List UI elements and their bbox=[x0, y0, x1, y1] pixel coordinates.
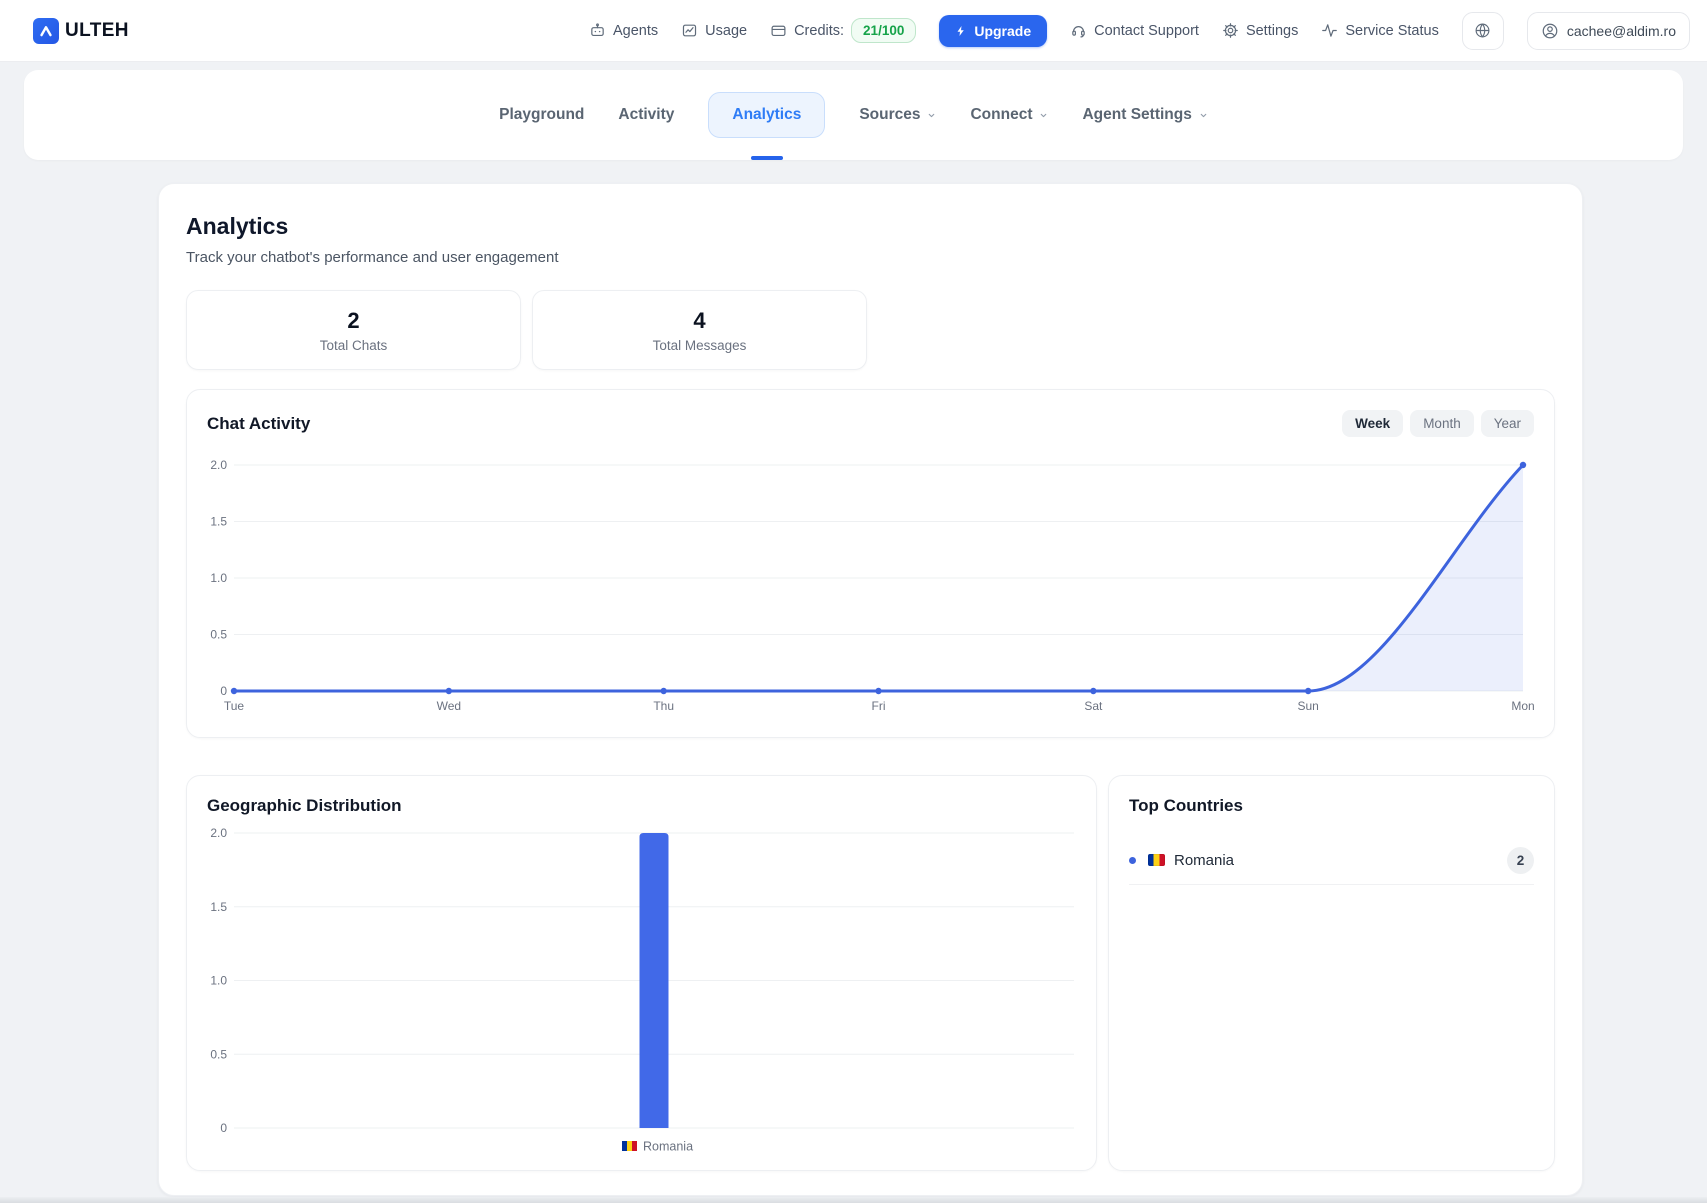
nav-agents[interactable]: Agents bbox=[589, 22, 658, 39]
country-count-badge: 2 bbox=[1507, 847, 1534, 874]
svg-text:0.5: 0.5 bbox=[210, 628, 227, 642]
svg-text:1.0: 1.0 bbox=[210, 974, 227, 988]
nav-settings-label: Settings bbox=[1246, 23, 1298, 39]
nav-contact-support-label: Contact Support bbox=[1094, 23, 1199, 39]
svg-text:1.0: 1.0 bbox=[210, 571, 227, 585]
chat-activity-title: Chat Activity bbox=[207, 414, 310, 434]
nav-service-status-label: Service Status bbox=[1345, 23, 1439, 39]
gear-icon bbox=[1222, 22, 1239, 39]
top-countries-list: Romania 2 bbox=[1129, 836, 1534, 885]
total-messages-label: Total Messages bbox=[653, 338, 747, 353]
range-toggle-group: Week Month Year bbox=[1342, 410, 1534, 437]
svg-text:1.5: 1.5 bbox=[210, 900, 227, 914]
language-button[interactable] bbox=[1462, 12, 1504, 50]
top-countries-card: Top Countries Romania 2 bbox=[1108, 775, 1555, 1171]
svg-text:Mon: Mon bbox=[1511, 699, 1534, 713]
page-bottom-edge bbox=[0, 1197, 1707, 1203]
total-chats-label: Total Chats bbox=[320, 338, 388, 353]
brand-name: ULTEH bbox=[65, 20, 129, 42]
page-subtitle: Track your chatbot's performance and use… bbox=[186, 249, 1555, 266]
tab-sources[interactable]: Sources bbox=[859, 106, 936, 124]
tab-connect[interactable]: Connect bbox=[970, 106, 1048, 124]
chat-activity-card: Chat Activity Week Month Year 0 0.5 1.0 1.5… bbox=[186, 389, 1555, 738]
brand-logo[interactable]: ULTEH bbox=[33, 18, 129, 44]
user-icon bbox=[1541, 22, 1559, 40]
analytics-panel: Analytics Track your chatbot's performan… bbox=[158, 183, 1583, 1196]
top-navbar: ULTEH Agents Usage Credits: 21/100 bbox=[0, 0, 1707, 62]
tab-activity[interactable]: Activity bbox=[618, 106, 674, 124]
brand-logo-icon bbox=[33, 18, 59, 44]
country-name: Romania bbox=[1174, 852, 1234, 869]
user-account-button[interactable]: cachee@aldim.ro bbox=[1527, 12, 1690, 50]
svg-text:Romania: Romania bbox=[643, 1140, 693, 1154]
tab-connect-label: Connect bbox=[970, 106, 1032, 124]
pulse-icon bbox=[1321, 22, 1338, 39]
bottom-row: Geographic Distribution 0 0.5 1.0 1.5 2.0 Rom… bbox=[186, 775, 1555, 1171]
geographic-distribution-title: Geographic Distribution bbox=[207, 796, 1076, 816]
upgrade-label: Upgrade bbox=[974, 23, 1031, 39]
total-chats-value: 2 bbox=[347, 308, 359, 334]
list-item: Romania 2 bbox=[1129, 836, 1534, 885]
tab-sources-label: Sources bbox=[859, 106, 920, 124]
lightning-bolt-icon bbox=[955, 24, 967, 38]
active-tab-indicator bbox=[751, 156, 783, 160]
stat-card-total-messages: 4 Total Messages bbox=[532, 290, 867, 370]
svg-text:Thu: Thu bbox=[653, 699, 674, 713]
chat-activity-line-chart: 0 0.5 1.0 1.5 2.0 Tue Wed Thu Fri Sat Sun Mon bbox=[207, 453, 1534, 721]
svg-text:Wed: Wed bbox=[437, 699, 461, 713]
svg-text:0: 0 bbox=[220, 1121, 227, 1135]
stats-row: 2 Total Chats 4 Total Messages bbox=[186, 290, 1555, 370]
nav-usage[interactable]: Usage bbox=[681, 22, 747, 39]
navbar-right: Agents Usage Credits: 21/100 Upgrade bbox=[589, 12, 1690, 50]
stat-card-total-chats: 2 Total Chats bbox=[186, 290, 521, 370]
nav-contact-support[interactable]: Contact Support bbox=[1070, 22, 1199, 39]
nav-credits[interactable]: Credits: 21/100 bbox=[770, 18, 916, 43]
tab-analytics[interactable]: Analytics bbox=[708, 92, 825, 138]
line-chart-icon bbox=[681, 22, 698, 39]
top-countries-title: Top Countries bbox=[1129, 796, 1534, 816]
range-month-button[interactable]: Month bbox=[1410, 410, 1474, 437]
bullet-dot-icon bbox=[1129, 857, 1136, 864]
svg-text:Fri: Fri bbox=[872, 699, 886, 713]
user-email: cachee@aldim.ro bbox=[1567, 23, 1676, 39]
geographic-distribution-bar-chart: 0 0.5 1.0 1.5 2.0 Romania bbox=[207, 824, 1076, 1160]
total-messages-value: 4 bbox=[693, 308, 705, 334]
globe-icon bbox=[1474, 22, 1491, 39]
svg-text:Sat: Sat bbox=[1084, 699, 1103, 713]
svg-text:1.5: 1.5 bbox=[210, 515, 227, 529]
chat-activity-header: Chat Activity Week Month Year bbox=[207, 410, 1534, 437]
svg-text:Sun: Sun bbox=[1297, 699, 1318, 713]
headset-icon bbox=[1070, 22, 1087, 39]
tab-bar: Playground Activity Analytics Sources Co… bbox=[24, 70, 1683, 160]
romania-flag-icon bbox=[1148, 854, 1165, 866]
tab-agent-settings[interactable]: Agent Settings bbox=[1082, 106, 1207, 124]
geographic-distribution-card: Geographic Distribution 0 0.5 1.0 1.5 2.0 Rom… bbox=[186, 775, 1097, 1171]
chevron-down-icon bbox=[927, 111, 936, 120]
svg-text:2.0: 2.0 bbox=[210, 458, 227, 472]
page-title: Analytics bbox=[186, 213, 1555, 240]
svg-text:2.0: 2.0 bbox=[210, 826, 227, 840]
bot-icon bbox=[589, 22, 606, 39]
upgrade-button[interactable]: Upgrade bbox=[939, 15, 1047, 47]
credit-card-icon bbox=[770, 22, 787, 39]
range-year-button[interactable]: Year bbox=[1481, 410, 1534, 437]
chevron-down-icon bbox=[1039, 111, 1048, 120]
range-week-button[interactable]: Week bbox=[1342, 410, 1403, 437]
credits-badge: 21/100 bbox=[851, 18, 916, 43]
tab-playground[interactable]: Playground bbox=[499, 106, 584, 124]
nav-usage-label: Usage bbox=[705, 23, 747, 39]
svg-text:0.5: 0.5 bbox=[210, 1047, 227, 1061]
chevron-down-icon bbox=[1199, 111, 1208, 120]
nav-settings[interactable]: Settings bbox=[1222, 22, 1298, 39]
nav-agents-label: Agents bbox=[613, 23, 658, 39]
tab-agent-settings-label: Agent Settings bbox=[1082, 106, 1191, 124]
svg-text:Tue: Tue bbox=[224, 699, 245, 713]
nav-service-status[interactable]: Service Status bbox=[1321, 22, 1439, 39]
nav-credits-label: Credits: bbox=[794, 23, 844, 39]
svg-text:0: 0 bbox=[220, 684, 227, 698]
